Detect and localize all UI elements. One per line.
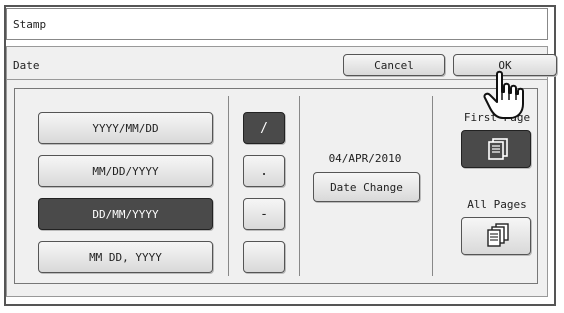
all-pages-button[interactable] [461,217,531,255]
pointer-hand-icon [483,70,533,125]
format-dd-mm-yyyy-button[interactable]: DD/MM/YYYY [38,198,213,230]
divider-3 [432,96,433,276]
cancel-button[interactable]: Cancel [343,54,445,76]
stacked-pages-icon [488,138,508,160]
title-bar: Stamp [6,8,548,40]
all-pages-label: All Pages [467,198,527,211]
format-mm-dd-yyyy-button[interactable]: MM/DD/YYYY [38,155,213,187]
format-mm-dd-comma-yyyy-button[interactable]: MM DD, YYYY [38,241,213,273]
section-title: Date [13,59,40,72]
divider-1 [228,96,229,276]
separator-space-button[interactable] [243,241,285,273]
stacked-pages-icon [487,223,509,247]
separator-dash-button[interactable]: - [243,198,285,230]
separator-dot-button[interactable]: . [243,155,285,187]
date-preview: 04/APR/2010 [328,152,402,165]
format-yyyy-mm-dd-button[interactable]: YYYY/MM/DD [38,112,213,144]
first-page-button[interactable] [461,130,531,168]
divider-2 [299,96,300,276]
separator-slash-button[interactable]: / [243,112,285,144]
date-change-button[interactable]: Date Change [313,172,420,202]
dialog-title: Stamp [13,18,47,31]
